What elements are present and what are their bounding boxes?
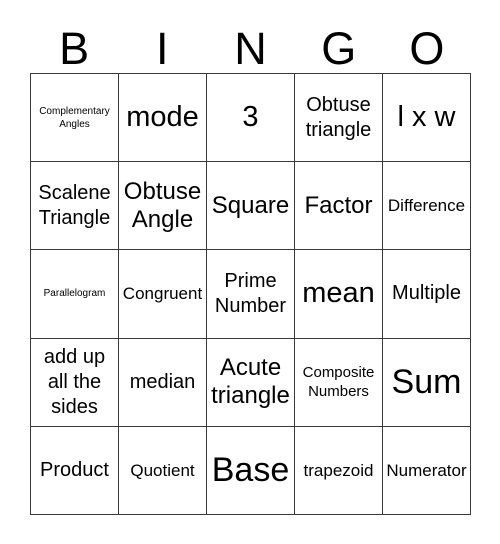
bingo-cell-r2c2[interactable]: Obtuse Angle xyxy=(119,162,207,251)
bingo-cell-r1c5[interactable]: l x w xyxy=(383,74,471,163)
bingo-cell-r2c1[interactable]: Scalene Triangle xyxy=(31,162,119,251)
bingo-cell-label: Difference xyxy=(387,196,466,216)
bingo-cell-label: Factor xyxy=(304,191,373,219)
bingo-cell-label: Complementary Angles xyxy=(39,105,110,130)
bingo-cell-r4c1[interactable]: add up all the sides xyxy=(31,338,119,427)
bingo-cell-r1c4[interactable]: Obtuse triangle xyxy=(295,74,383,163)
bingo-cell-r3c4[interactable]: mean xyxy=(295,250,383,339)
bingo-cell-label: trapezoid xyxy=(303,460,374,480)
bingo-cell-r5c4[interactable]: trapezoid xyxy=(295,426,383,515)
bingo-cell-label: Multiple xyxy=(392,282,461,305)
bingo-cell-label: Product xyxy=(40,458,109,481)
bingo-cell-r3c1[interactable]: Parallelogram xyxy=(31,250,119,339)
bingo-header-row: B I N G O xyxy=(30,16,471,73)
bingo-cell-label: Congruent xyxy=(122,284,203,304)
bingo-cell-label: Composite Numbers xyxy=(302,364,375,401)
bingo-cell-r4c4[interactable]: Composite Numbers xyxy=(295,338,383,427)
bingo-cell-r1c3[interactable]: 3 xyxy=(207,74,295,163)
bingo-cell-label: Obtuse triangle xyxy=(305,93,372,141)
bingo-cell-label: 3 xyxy=(242,101,259,134)
bingo-cell-r3c3[interactable]: Prime Number xyxy=(207,250,295,339)
bingo-grid: Complementary Angles mode 3 Obtuse triangle… xyxy=(30,73,471,515)
bingo-cell-r4c5[interactable]: Sum xyxy=(383,338,471,427)
bingo-header-letter-o: O xyxy=(409,23,445,74)
bingo-cell-label: add up all the sides xyxy=(43,345,106,418)
bingo-cell-label: Obtuse Angle xyxy=(123,177,202,233)
bingo-card: B I N G O Complementary Angles mode 3 Obtus… xyxy=(0,0,500,544)
bingo-cell-label: Square xyxy=(211,191,290,219)
bingo-cell-label: Numerator xyxy=(386,460,467,480)
bingo-cell-label: median xyxy=(129,370,196,393)
bingo-cell-r4c2[interactable]: median xyxy=(119,338,207,427)
bingo-cell-label: Base xyxy=(211,451,290,490)
bingo-cell-r2c5[interactable]: Difference xyxy=(383,162,471,251)
bingo-cell-r1c1[interactable]: Complementary Angles xyxy=(31,74,119,163)
bingo-header-letter-g: G xyxy=(321,23,357,74)
bingo-cell-label: Parallelogram xyxy=(43,288,106,300)
bingo-cell-r2c4[interactable]: Factor xyxy=(295,162,383,251)
bingo-cell-r2c3[interactable]: Square xyxy=(207,162,295,251)
bingo-cell-label: l x w xyxy=(397,101,456,134)
bingo-cell-label: Scalene Triangle xyxy=(38,181,111,229)
bingo-cell-label: Quotient xyxy=(130,460,195,480)
bingo-cell-r5c1[interactable]: Product xyxy=(31,426,119,515)
bingo-cell-r3c2[interactable]: Congruent xyxy=(119,250,207,339)
bingo-cell-r4c3[interactable]: Acute triangle xyxy=(207,338,295,427)
bingo-cell-r1c2[interactable]: mode xyxy=(119,74,207,163)
bingo-cell-label: mode xyxy=(126,101,199,134)
bingo-header-letter-b: B xyxy=(59,23,90,74)
bingo-cell-r5c5[interactable]: Numerator xyxy=(383,426,471,515)
bingo-cell-label: Prime Number xyxy=(214,269,287,317)
bingo-header-letter-n: N xyxy=(234,23,267,74)
bingo-cell-r5c2[interactable]: Quotient xyxy=(119,426,207,515)
bingo-header-letter-i: I xyxy=(156,23,169,74)
bingo-cell-r5c3[interactable]: Base xyxy=(207,426,295,515)
bingo-cell-label: Acute triangle xyxy=(211,354,290,410)
bingo-cell-label: Sum xyxy=(391,363,462,402)
bingo-cell-r3c5[interactable]: Multiple xyxy=(383,250,471,339)
bingo-cell-label: mean xyxy=(302,277,375,310)
